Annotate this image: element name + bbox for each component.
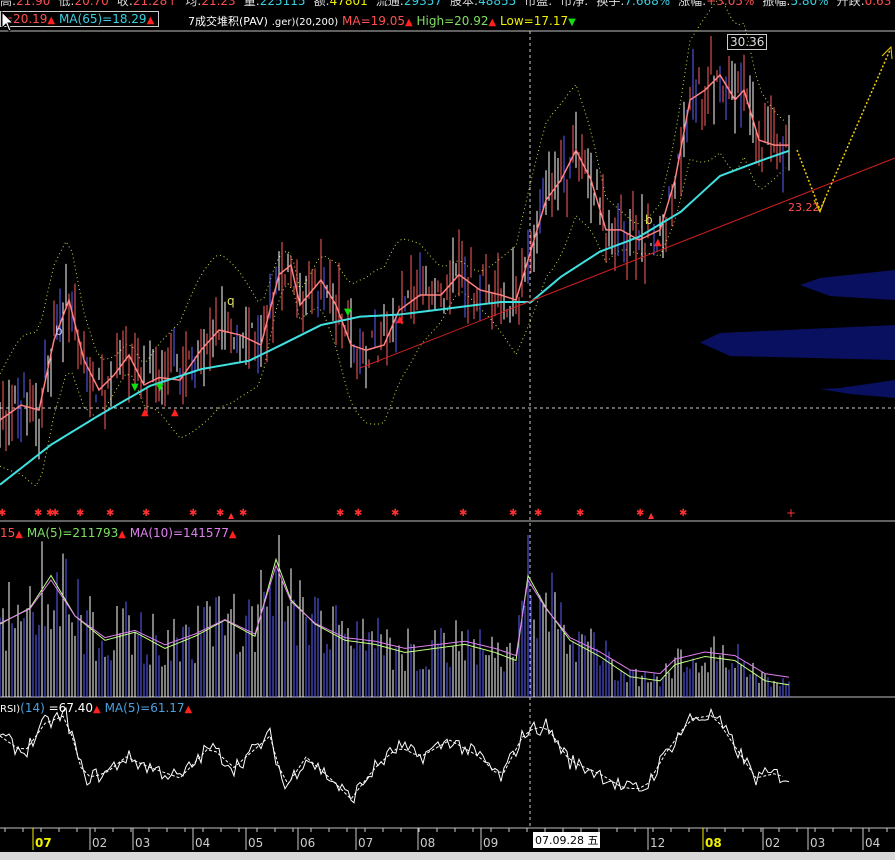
- signal-star-icon: ✱: [391, 508, 399, 519]
- signal-star-icon: ✱: [636, 508, 644, 519]
- signal-star-icon: ✱: [189, 508, 197, 519]
- buy-marker-icon: ▼: [131, 382, 139, 393]
- signal-star-icon: ✱: [354, 508, 362, 519]
- volume-ma10-line: [0, 564, 790, 678]
- ma-short-line: [0, 73, 789, 421]
- peak-label: 30.36: [727, 34, 768, 50]
- buy-marker-icon: ▼: [344, 307, 352, 318]
- axis-label: 03: [135, 836, 150, 850]
- forecast-path: [796, 49, 891, 212]
- axis-label: 04: [865, 836, 880, 850]
- signal-star-icon: ✱: [51, 508, 59, 519]
- axis-label: 03: [810, 836, 825, 850]
- signal-star-icon: ✱: [576, 508, 584, 519]
- signal-b: b: [645, 213, 653, 227]
- chart-canvas[interactable]: ▼ ▼▼▲ ▲▲▲✱ ✱ ✱✱ ✱ ✱ ✱ ✱ ✱ ✱ ✱ ✱ ✱ ✱ ✱ ✱ ✱ ✱ ✱▲ ▲ +07 02 03 04 05 0…: [0, 0, 895, 852]
- axis-label: 07: [35, 836, 52, 850]
- axis-label: 09: [483, 836, 498, 850]
- signal-q: q: [227, 294, 235, 308]
- axis-label: 04: [195, 836, 210, 850]
- volume-profile-band: [700, 325, 895, 360]
- sell-marker-icon: ▲: [141, 407, 149, 418]
- signal-b: b: [55, 324, 63, 338]
- signal-star-icon: ✱: [239, 508, 247, 519]
- axis-label: 05: [248, 836, 263, 850]
- signal-star-icon: ✱: [142, 508, 150, 519]
- signal-star-icon: ✱: [0, 508, 6, 519]
- volume-ma5-line: [0, 557, 790, 686]
- target-label: 23.22: [788, 201, 820, 214]
- axis-label: 12: [650, 836, 665, 850]
- axis-label: 02: [92, 836, 107, 850]
- signal-star-icon: ✱: [76, 508, 84, 519]
- signal-star-icon: ✱: [534, 508, 542, 519]
- signal-star-icon: ✱: [509, 508, 517, 519]
- buy-marker-icon: ▼: [156, 382, 164, 393]
- signal-star-icon: ✱: [459, 508, 467, 519]
- axis-label: 02: [765, 836, 780, 850]
- signal-star-icon: ✱: [106, 508, 114, 519]
- plus-marker-icon: +: [786, 506, 796, 520]
- signal-star-icon: ✱: [679, 508, 687, 519]
- status-strip: [0, 852, 895, 860]
- signal-star-icon: ✱: [336, 508, 344, 519]
- signal-triangle-icon: ▲: [228, 511, 235, 520]
- signal-star-icon: ✱: [216, 508, 224, 519]
- arrow-up-icon: [881, 45, 893, 60]
- volume-profile-band: [820, 380, 895, 398]
- signal-triangle-icon: ▲: [648, 511, 655, 520]
- rsi-ma5-line: [0, 714, 784, 800]
- volume-profile-band: [800, 270, 895, 300]
- sell-marker-icon: ▲: [171, 407, 179, 418]
- sell-marker-icon: ▲: [396, 314, 404, 325]
- axis-label: 06: [300, 836, 315, 850]
- sell-marker-icon: ▲: [654, 237, 662, 248]
- rsi-line: [0, 707, 790, 804]
- axis-label: 08: [705, 836, 722, 850]
- cursor-date: 07.09.28 五: [533, 832, 601, 848]
- mouse-cursor-icon: [1, 10, 15, 32]
- axis-label: 08: [420, 836, 435, 850]
- axis-label: 07: [358, 836, 373, 850]
- signal-star-icon: ✱: [34, 508, 42, 519]
- stock-chart-window: 高:21.90 低:20.70 收:21.28↑ 均:21.23 量:225115 额:4…: [0, 0, 895, 860]
- ma65-line: [0, 149, 790, 486]
